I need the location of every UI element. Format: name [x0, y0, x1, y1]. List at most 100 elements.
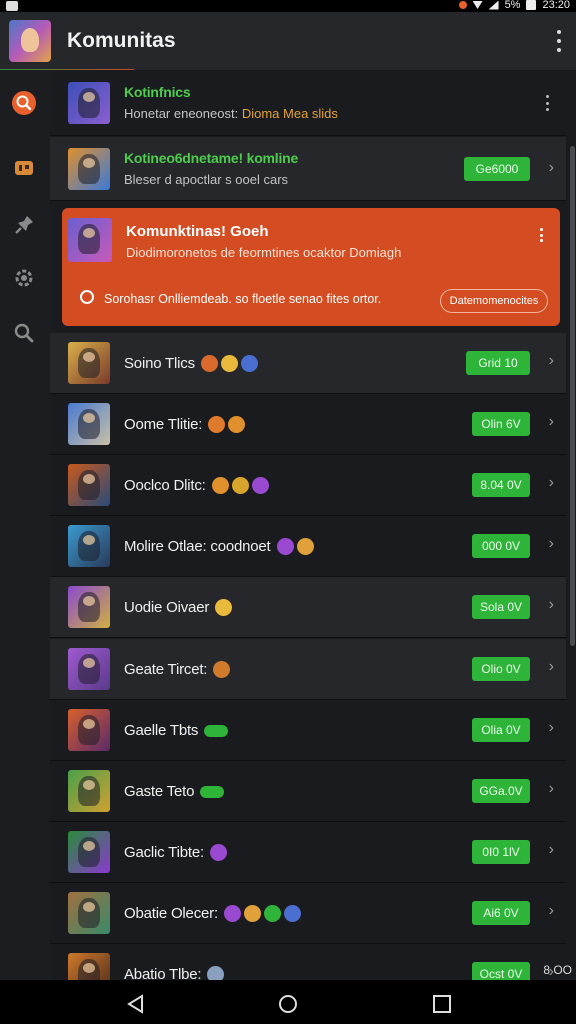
subtitle-prefix: Honetar eneoneost:	[124, 106, 239, 121]
join-button[interactable]: Sola 0V	[472, 595, 530, 619]
list-item-title: Soino Tlics	[124, 354, 195, 372]
join-button[interactable]: GGa.0V	[472, 779, 530, 803]
emoji-icon	[240, 354, 258, 372]
list-item-title: Uodie Oivaer	[124, 598, 210, 616]
emoji-icon	[296, 537, 314, 555]
join-button[interactable]: Ocst 0V	[472, 962, 530, 980]
emoji-icon	[223, 904, 241, 922]
chevron-right-icon[interactable]: ›	[549, 841, 554, 859]
emoji-icon	[251, 476, 269, 494]
list-item[interactable]: Molire Otlae: coodnoet 000 0V ›	[50, 516, 566, 577]
card-action-button[interactable]: Datemomenocites	[440, 289, 548, 313]
recents-square-icon[interactable]	[432, 994, 452, 1014]
scrollbar[interactable]	[570, 146, 575, 646]
more-vert-icon[interactable]	[546, 95, 550, 111]
emoji-icon	[209, 843, 227, 861]
list-item-title: Gaelle Tbts	[124, 721, 199, 739]
join-button[interactable]: 0I0 1lV	[472, 840, 530, 864]
chevron-right-icon[interactable]: ›	[549, 413, 554, 431]
list-item[interactable]: Ooclco Dlitc: 8.04 0V ›	[50, 455, 566, 516]
home-circle-icon[interactable]	[278, 994, 298, 1014]
reaction-emojis	[207, 965, 225, 980]
search-orange-icon[interactable]	[11, 90, 37, 116]
more-vert-icon[interactable]	[540, 228, 544, 242]
join-button[interactable]: Olin 6V	[472, 412, 530, 436]
community-thumbnail	[68, 403, 110, 445]
emoji-icon	[243, 904, 261, 922]
chevron-right-icon[interactable]: ›	[549, 658, 554, 676]
join-button[interactable]: 000 0V	[472, 534, 530, 558]
controller-icon[interactable]	[11, 155, 37, 181]
list-item[interactable]: Gaelle Tbts Olia 0V ›	[50, 700, 566, 761]
list-item[interactable]: Abatio Tlbe: Ocst 0V ›	[50, 944, 566, 980]
list-item-subtitle: Bleser d apoctlar s ooel cars	[124, 172, 289, 187]
list-item-title: Oome Tlitie:	[124, 415, 203, 433]
info-icon	[80, 290, 94, 304]
back-triangle-icon[interactable]	[126, 994, 146, 1014]
join-button[interactable]: Olia 0V	[472, 718, 530, 742]
list-item[interactable]: Gaste Teto GGa.0V ›	[50, 761, 566, 822]
chevron-right-icon[interactable]: ›	[549, 159, 554, 177]
join-button[interactable]: Ai6 0V	[472, 901, 530, 925]
chevron-right-icon[interactable]: ›	[549, 596, 554, 614]
list-item[interactable]: Gaclic Tibte: 0I0 1lV ›	[50, 822, 566, 883]
emoji-icon	[208, 415, 226, 433]
reaction-emojis	[215, 598, 233, 616]
settings-gear-icon[interactable]	[11, 265, 37, 291]
list-item-title: Abatio Tlbe:	[124, 965, 202, 981]
reaction-emojis	[208, 415, 246, 433]
join-button[interactable]: Ge6000	[464, 157, 530, 181]
search-icon[interactable]	[11, 320, 37, 346]
community-thumbnail	[68, 147, 110, 190]
reaction-emojis	[209, 843, 227, 861]
list-item[interactable]: Geate Tircet: Olio 0V ›	[50, 639, 566, 700]
notification-icon	[6, 1, 18, 11]
list-item[interactable]: Kotineo6dnetame! komline Bleser d apoctl…	[50, 137, 566, 201]
list-item[interactable]: Soino Tlics Grid 10 ›	[50, 333, 566, 394]
emoji-icon	[215, 598, 233, 616]
pin-icon[interactable]	[11, 212, 37, 238]
reaction-emojis	[223, 904, 301, 922]
community-thumbnail	[68, 953, 110, 980]
list-item[interactable]: Oome Tlitie: Olin 6V ›	[50, 394, 566, 455]
card-note: Sorohasr Onlliemdeab. so floetle senao f…	[104, 292, 382, 306]
list-item[interactable]: Kotinfnics Honetar eneoneost: Dioma Mea …	[50, 70, 566, 136]
reaction-emojis	[276, 537, 314, 555]
chevron-right-icon[interactable]: ›	[549, 719, 554, 737]
list-item-title: Gaclic Tibte:	[124, 843, 204, 861]
chevron-right-icon[interactable]: ›	[549, 535, 554, 553]
emoji-icon	[204, 725, 229, 737]
chevron-right-icon[interactable]: ›	[549, 352, 554, 370]
card-title: Komunktinas! Goeh	[126, 223, 269, 240]
chevron-right-icon[interactable]: ›	[549, 474, 554, 492]
list-item[interactable]: Uodie Oivaer Sola 0V ›	[50, 577, 566, 638]
reaction-emojis	[211, 476, 269, 494]
join-button[interactable]: Grid 10	[466, 351, 530, 375]
community-thumbnail	[68, 770, 110, 812]
chevron-right-icon[interactable]: ›	[549, 902, 554, 920]
more-vert-icon[interactable]	[556, 30, 562, 52]
highlight-card[interactable]: Komunktinas! Goeh Diodimoronetos de feor…	[62, 208, 560, 326]
battery-icon	[526, 0, 537, 10]
emoji-icon	[200, 786, 225, 798]
join-button[interactable]: 8.04 0V	[472, 473, 530, 497]
chevron-right-icon[interactable]: ›	[549, 780, 554, 798]
game-avatar-icon[interactable]	[9, 20, 51, 62]
community-thumbnail	[68, 464, 110, 506]
card-subtitle: Diodimoronetos de feormtines ocaktor Dom…	[126, 245, 402, 260]
list-item-subtitle: Honetar eneoneost: Dioma Mea slids	[124, 106, 338, 121]
reaction-emojis	[200, 354, 258, 372]
signal-icon	[488, 0, 499, 10]
emoji-icon	[231, 476, 249, 494]
list-item[interactable]: Obatie Olecer: Ai6 0V ›	[50, 883, 566, 944]
reaction-emojis	[200, 784, 225, 798]
emoji-icon	[276, 537, 294, 555]
emoji-icon	[283, 904, 301, 922]
overflow-label: 8 OO	[543, 963, 572, 977]
reaction-emojis	[213, 660, 231, 678]
community-thumbnail	[68, 709, 110, 751]
community-thumbnail	[68, 648, 110, 690]
join-button[interactable]: Olio 0V	[472, 657, 530, 681]
system-nav-bar	[0, 980, 576, 1024]
community-thumbnail	[68, 81, 110, 124]
